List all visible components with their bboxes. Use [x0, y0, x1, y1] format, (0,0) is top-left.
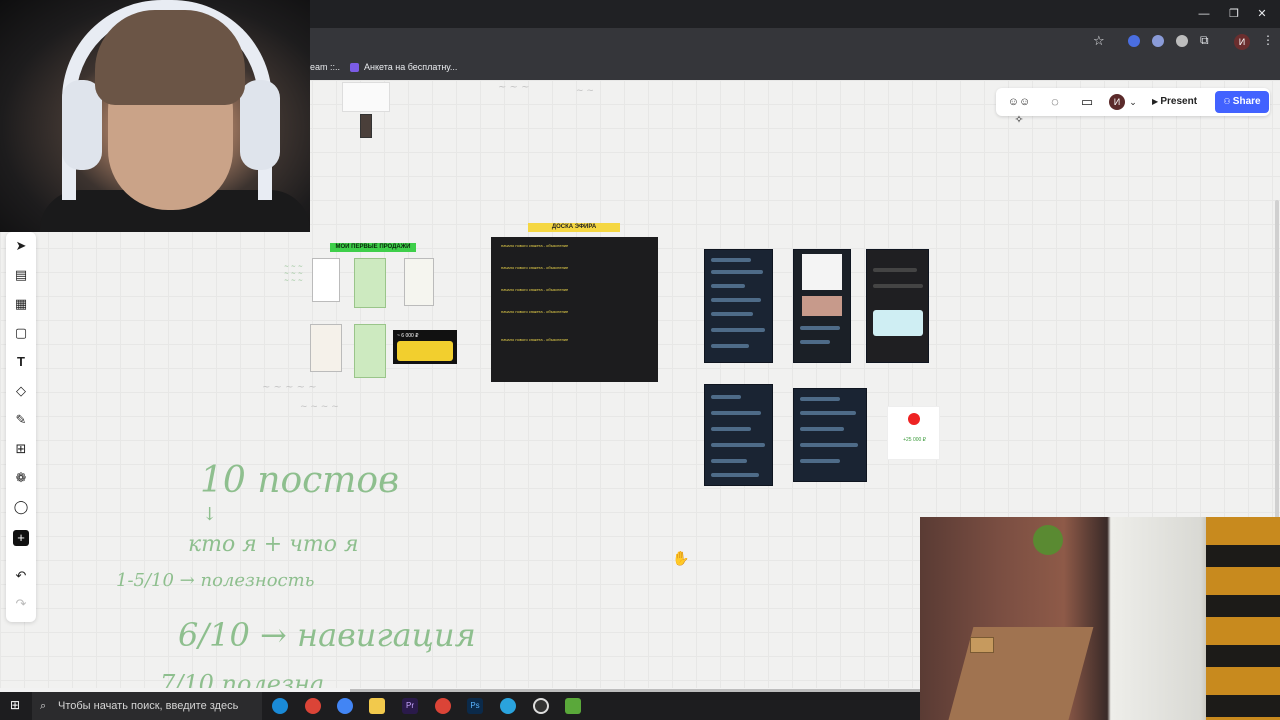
payment-amount: +25 000 ₽ [903, 437, 926, 443]
redo-icon[interactable]: ↷ [13, 596, 29, 612]
handwritten-note: ~ ~ ~ ~ ~ [262, 382, 317, 393]
price-tag: ~ 6 000 ₽ [397, 333, 419, 339]
handwritten-note: 7/10 полезна [160, 670, 325, 688]
chat-screenshot[interactable] [793, 249, 851, 363]
sales-screenshot[interactable] [354, 324, 386, 378]
handwritten-note: ~ ~ ~ [498, 82, 530, 93]
table-thumbnail[interactable] [342, 82, 390, 112]
chrome-icon[interactable] [435, 698, 451, 714]
search-placeholder: Чтобы начать поиск, введите здесь [58, 700, 239, 712]
bookmark-item[interactable]: eam ::.. [310, 62, 340, 72]
chat-icon[interactable]: ◌ [1046, 93, 1064, 111]
handwritten-note: 6/10 → навигация [178, 616, 476, 654]
restore-icon[interactable]: ❐ [1226, 6, 1242, 22]
image-thumbnail[interactable] [360, 114, 372, 138]
close-icon[interactable]: ✕ [1254, 6, 1270, 22]
chrome-icon[interactable] [305, 698, 321, 714]
file-explorer-icon[interactable] [369, 698, 385, 714]
share-label: Share [1232, 96, 1261, 107]
add-icon[interactable]: + [13, 530, 29, 546]
payment-card[interactable]: +25 000 ₽ [887, 406, 940, 460]
obs-icon[interactable] [533, 698, 549, 714]
edge-icon[interactable] [272, 698, 288, 714]
broadcast-label[interactable]: ДОСКА ЭФИРА [528, 223, 620, 232]
apps-icon[interactable]: ❁ [13, 470, 29, 486]
minecraft-icon[interactable] [565, 698, 581, 714]
sign-image [970, 637, 994, 653]
handwritten-note: кто я + что я [188, 532, 359, 557]
premiere-icon[interactable]: Pr [402, 698, 418, 714]
hand-cursor-icon: ✋ [672, 550, 690, 566]
templates-icon[interactable]: ▤ [13, 267, 29, 283]
search-icon: ⌕ [40, 700, 47, 712]
handwritten-note: 1-5/10 → полезность [116, 570, 315, 591]
select-icon[interactable]: ➤ [13, 238, 29, 254]
present-label: Present [1160, 96, 1198, 107]
user-avatar[interactable]: И [1109, 94, 1125, 110]
broadcast-item[interactable]: начало нового сюжета - объяснение [501, 287, 568, 292]
extension-icon[interactable] [1128, 35, 1140, 47]
text-icon[interactable]: T [13, 354, 29, 370]
pen-icon[interactable]: ✎ [13, 412, 29, 428]
photoshop-icon[interactable]: Ps [467, 698, 483, 714]
chevron-down-icon[interactable]: ⌄ [1128, 93, 1138, 111]
taskbar-search[interactable]: ⌕ Чтобы начать поиск, введите здесь [32, 692, 262, 720]
browser-menu-icon[interactable]: ⋮ [1262, 33, 1274, 47]
shapes-icon[interactable]: ◇ [13, 383, 29, 399]
yandex-icon [908, 413, 920, 425]
handwritten-note: ~ ~ ~ ~ ~ ~ ~ ~ ~ [284, 263, 303, 284]
reactions-icon[interactable]: ☺☺✧ [1004, 93, 1034, 126]
extensions-puzzle-icon[interactable]: ⧉ [1200, 33, 1209, 48]
game-capture-overlay [920, 517, 1280, 720]
sales-screenshot[interactable] [404, 258, 434, 306]
telegram-icon[interactable] [500, 698, 516, 714]
handwritten-note: ~ ~ ~ ~ [300, 402, 339, 412]
broadcast-item[interactable]: начало нового сюжета - объяснение [501, 265, 568, 270]
extension-icon[interactable] [1152, 35, 1164, 47]
sales-label[interactable]: МОИ ПЕРВЫЕ ПРОДАЖИ [330, 243, 416, 252]
layout-icon[interactable]: ▦ [13, 296, 29, 312]
extension-icon[interactable] [1176, 35, 1188, 47]
windows-start-icon[interactable]: ⊞ [10, 699, 23, 712]
chat-screenshot[interactable] [793, 388, 867, 482]
windows-taskbar: ⊞ ⌕ Чтобы начать поиск, введите здесь Pr… [0, 689, 920, 720]
share-button[interactable]: ⚇ Share [1215, 91, 1269, 113]
broadcast-item[interactable]: начало нового сюжета - объяснение [501, 337, 568, 342]
comment-icon[interactable]: ◯ [13, 499, 29, 515]
chrome-icon[interactable] [337, 698, 353, 714]
forms-icon [350, 63, 359, 72]
sticky-note-icon[interactable]: ▢ [13, 325, 29, 341]
sales-screenshot[interactable] [354, 258, 386, 308]
handwritten-note: 10 постов [200, 460, 400, 501]
price-highlight [397, 341, 453, 361]
chat-screenshot[interactable] [866, 249, 929, 363]
horizontal-scrollbar[interactable] [350, 689, 920, 692]
bookmark-item[interactable]: Анкета на бесплатну... [364, 62, 457, 72]
broadcast-item[interactable]: начало нового сюжета - объяснение [501, 243, 568, 248]
present-button[interactable]: ▶ Present [1152, 91, 1210, 113]
broadcast-board[interactable]: начало нового сюжета - объяснение начало… [491, 237, 658, 382]
profile-avatar[interactable]: И [1234, 34, 1250, 50]
left-toolbar: ➤ ▤ ▦ ▢ T ◇ ✎ ⊞ ❁ ◯ + ↶ ↷ [6, 232, 36, 622]
chat-screenshot[interactable] [704, 249, 773, 363]
price-card[interactable]: ~ 6 000 ₽ [393, 330, 457, 364]
minimize-icon[interactable]: — [1196, 6, 1212, 22]
arrow-icon: ↓ [202, 504, 218, 525]
webcam-overlay [0, 0, 310, 232]
frame-icon[interactable]: ⊞ [13, 441, 29, 457]
handwritten-note: ~ ~ [576, 86, 594, 96]
people-icon: ⚇ [1223, 97, 1233, 106]
sales-screenshot[interactable] [312, 258, 340, 302]
chat-screenshot[interactable] [704, 384, 773, 486]
undo-icon[interactable]: ↶ [13, 568, 29, 584]
bookmark-star-icon[interactable]: ☆ [1093, 33, 1105, 49]
video-icon[interactable]: ▭ [1078, 93, 1096, 111]
sales-screenshot[interactable] [310, 324, 342, 372]
broadcast-item[interactable]: начало нового сюжета - объяснение [501, 309, 568, 314]
